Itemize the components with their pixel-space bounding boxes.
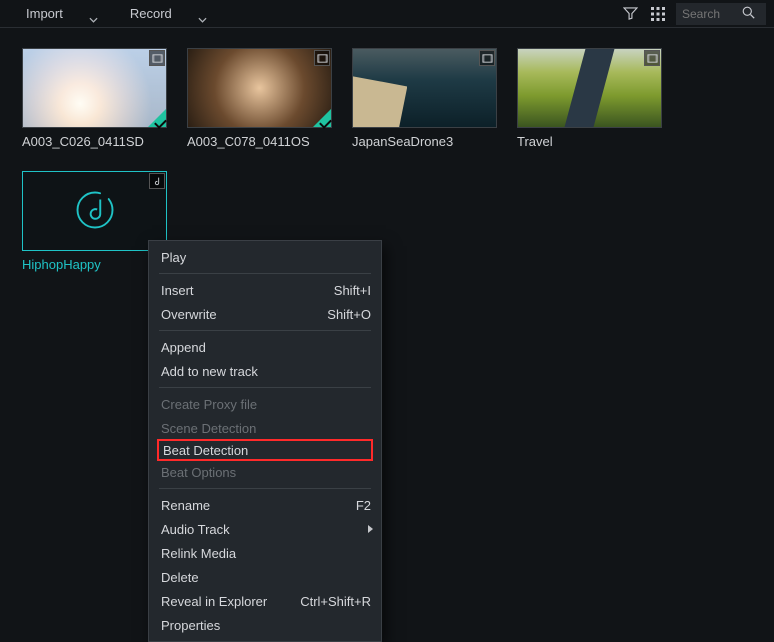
media-label: HiphopHappy (22, 257, 167, 272)
media-label: Travel (517, 134, 662, 149)
filter-icon[interactable] (616, 0, 644, 28)
grid-icon[interactable] (644, 0, 672, 28)
ctx-overwrite[interactable]: Overwrite Shift+O (149, 302, 381, 326)
video-type-icon (149, 50, 165, 66)
separator (159, 330, 371, 331)
ctx-beat-detection[interactable]: Beat Detection (157, 439, 373, 461)
media-thumbnail[interactable] (22, 48, 167, 128)
record-label: Record (130, 6, 172, 21)
ctx-reveal-in-explorer[interactable]: Reveal in Explorer Ctrl+Shift+R (149, 589, 381, 613)
import-label: Import (26, 6, 63, 21)
record-button[interactable]: Record (112, 0, 221, 27)
ctx-audio-track[interactable]: Audio Track (149, 517, 381, 541)
media-thumbnail[interactable] (22, 171, 167, 251)
media-item[interactable]: JapanSeaDrone3 (352, 48, 497, 149)
used-check-icon (148, 109, 166, 127)
separator (159, 387, 371, 388)
media-thumbnail[interactable] (187, 48, 332, 128)
context-menu: Play Insert Shift+I Overwrite Shift+O Ap… (148, 240, 382, 642)
ctx-relink-media[interactable]: Relink Media (149, 541, 381, 565)
ctx-play[interactable]: Play (149, 245, 381, 269)
separator (159, 488, 371, 489)
ctx-delete[interactable]: Delete (149, 565, 381, 589)
media-label: A003_C026_0411SD (22, 134, 167, 149)
used-check-icon (313, 109, 331, 127)
media-item[interactable]: A003_C078_0411OS (187, 48, 332, 149)
ctx-scene-detection: Scene Detection (149, 416, 381, 440)
toolbar: Import Record (0, 0, 774, 28)
ctx-rename[interactable]: Rename F2 (149, 493, 381, 517)
chevron-down-icon (89, 11, 98, 17)
import-button[interactable]: Import (8, 0, 112, 27)
media-item[interactable]: HiphopHappy (22, 171, 167, 272)
search-icon (742, 6, 755, 22)
ctx-beat-options: Beat Options (149, 460, 381, 484)
media-grid: A003_C026_0411SD A003_C078_0411OS JapanS… (0, 28, 774, 292)
music-note-icon (74, 189, 116, 234)
submenu-arrow-icon (368, 525, 373, 533)
separator (159, 273, 371, 274)
audio-type-icon (149, 173, 165, 189)
media-thumbnail[interactable] (517, 48, 662, 128)
ctx-insert[interactable]: Insert Shift+I (149, 278, 381, 302)
video-type-icon (644, 50, 660, 66)
video-type-icon (479, 50, 495, 66)
ctx-append[interactable]: Append (149, 335, 381, 359)
media-label: JapanSeaDrone3 (352, 134, 497, 149)
media-label: A003_C078_0411OS (187, 134, 332, 149)
video-type-icon (314, 50, 330, 66)
ctx-properties[interactable]: Properties (149, 613, 381, 637)
search-box[interactable] (676, 3, 766, 25)
media-thumbnail[interactable] (352, 48, 497, 128)
ctx-add-new-track[interactable]: Add to new track (149, 359, 381, 383)
media-item[interactable]: A003_C026_0411SD (22, 48, 167, 149)
search-input[interactable] (682, 7, 742, 21)
ctx-create-proxy: Create Proxy file (149, 392, 381, 416)
chevron-down-icon (198, 11, 207, 17)
media-item[interactable]: Travel (517, 48, 662, 149)
